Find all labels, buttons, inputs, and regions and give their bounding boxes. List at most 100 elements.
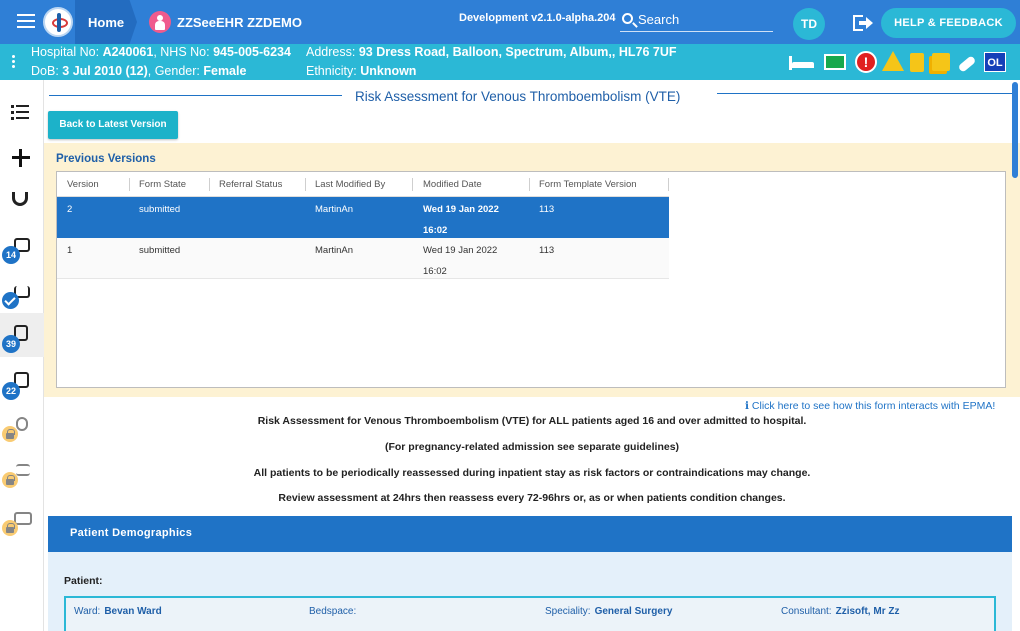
gender-label: , Gender: (147, 64, 200, 78)
dob-label: DoB: (31, 64, 59, 78)
info-text: Review assessment at 24hrs then reassess… (278, 492, 786, 504)
nav-walking-icon[interactable] (0, 404, 44, 448)
nav-list-icon[interactable] (0, 90, 44, 134)
search-icon (622, 13, 633, 24)
info-text: Risk Assessment for Venous Thromboemboli… (257, 415, 807, 427)
bed-icon[interactable] (788, 51, 814, 73)
nav-badge-count: 22 (2, 382, 20, 400)
nav-checklist-icon[interactable] (0, 450, 44, 494)
nhs-label: , NHS No: (153, 45, 210, 59)
main-content: Risk Assessment for Venous Thromboemboli… (44, 80, 1020, 631)
bedspace-field: Bedspace: (309, 606, 360, 617)
app-logo[interactable] (43, 7, 73, 37)
nav-board-icon[interactable] (0, 498, 44, 542)
column-header[interactable]: Last Modified By (315, 179, 385, 190)
cell-template: 113 (539, 245, 555, 256)
column-header[interactable]: Form Template Version (539, 179, 637, 190)
medication-icon[interactable] (957, 55, 977, 73)
cell-date: Wed 19 Jan 2022 (423, 204, 499, 215)
demographics-header[interactable]: Patient Demographics (48, 516, 1012, 552)
consultant-label: Consultant: (781, 606, 832, 617)
title-divider-left (49, 95, 342, 96)
home-label[interactable]: Home (88, 15, 124, 30)
consultant-value: Zzisoft, Mr Zz (835, 606, 900, 617)
check-icon (2, 292, 19, 309)
epma-info-link[interactable]: ℹ Click here to see how this form intera… (745, 400, 995, 412)
nhs-number: 945-005-6234 (213, 45, 291, 59)
scrollbar[interactable] (1012, 82, 1018, 178)
back-to-latest-button[interactable]: Back to Latest Version (48, 111, 178, 139)
menu-icon[interactable] (17, 14, 35, 28)
sidebar: 14 39 22 (0, 80, 44, 631)
table-header: Version Form State Referral Status Last … (57, 172, 669, 197)
nav-stethoscope-icon[interactable] (0, 180, 44, 224)
address-value: 93 Dress Road, Balloon, Spectrum, Album,… (358, 45, 677, 59)
ethnicity-line: Ethnicity: Unknown (306, 64, 416, 78)
cell-state: submitted (139, 204, 181, 215)
demographics-title: Patient Demographics (70, 527, 193, 539)
patient-name[interactable]: ZZSeeEHR ZZDEMO (177, 15, 302, 30)
previous-versions-title: Previous Versions (56, 153, 156, 165)
ward-details-box: Ward: Bevan Ward Bedspace: Speciality: Gen… (64, 596, 996, 631)
speciality-field: Speciality: General Surgery (545, 606, 672, 617)
nav-clipboard-icon[interactable]: 22 (0, 360, 44, 404)
cell-version: 1 (67, 245, 73, 256)
hospital-number: A240061 (102, 45, 154, 59)
column-header[interactable]: Modified Date (423, 179, 482, 190)
column-header[interactable]: Version (67, 179, 99, 190)
demographics-panel: Patient: Ward: Bevan Ward Bedspace: Speci… (48, 552, 1012, 631)
bedspace-label: Bedspace: (309, 606, 357, 617)
ethnicity-label: Ethnicity: (306, 64, 357, 78)
column-header[interactable]: Form State (139, 179, 186, 190)
cell-state: submitted (139, 245, 181, 256)
previous-versions-panel: Previous Versions Version Form State Ref… (44, 143, 1020, 397)
address-line: Address: 93 Dress Road, Balloon, Spectru… (306, 45, 677, 59)
table-row[interactable]: 2 submitted MartinAn Wed 19 Jan 2022 16:… (57, 197, 669, 238)
ward-value: Bevan Ward (104, 606, 162, 617)
warning-icon[interactable] (882, 51, 904, 71)
cell-template: 113 (539, 204, 555, 215)
search-input[interactable]: Search (620, 10, 773, 32)
hospital-label: Hospital No: (31, 45, 100, 59)
user-avatar[interactable]: TD (793, 8, 825, 40)
hospital-nhs-line: Hospital No: A240061, NHS No: 945-005-62… (31, 45, 291, 59)
logout-icon[interactable] (853, 15, 873, 31)
ethnicity-value: Unknown (360, 64, 417, 78)
dob-gender-line: DoB: 3 Jul 2010 (12), Gender: Female (31, 64, 246, 78)
cell-modified-by: MartinAn (315, 204, 354, 215)
versions-table: Version Form State Referral Status Last … (56, 171, 1006, 388)
patient-label: Patient: (64, 575, 103, 587)
column-header[interactable]: Referral Status (219, 179, 282, 190)
consultant-field: Consultant: Zzisoft, Mr Zz (781, 606, 899, 617)
nav-camera-icon[interactable]: 14 (0, 224, 44, 268)
nav-forms-icon[interactable]: 39 (0, 313, 44, 357)
nav-add-icon[interactable] (0, 136, 44, 180)
cell-modified-by: MartinAn (315, 245, 354, 256)
ward-label: Ward: (74, 606, 101, 617)
cell-date: Wed 19 Jan 2022 (423, 245, 498, 256)
lock-icon (2, 472, 18, 488)
speciality-value: General Surgery (594, 606, 673, 617)
cell-time: 16:02 (423, 266, 447, 277)
female-patient-icon (149, 11, 171, 33)
speciality-label: Speciality: (545, 606, 591, 617)
clipboard-icon[interactable] (910, 53, 924, 72)
status-flag-icon[interactable] (824, 54, 846, 70)
more-vertical-icon[interactable] (12, 55, 15, 69)
search-placeholder: Search (638, 12, 680, 27)
gender-value: Female (203, 64, 247, 78)
info-text: (For pregnancy-related admission see sep… (384, 441, 680, 453)
address-label: Address: (306, 45, 356, 59)
alert-icon[interactable]: ! (855, 51, 877, 73)
form-title: Risk Assessment for Venous Thromboemboli… (355, 89, 681, 104)
top-bar: Home ZZSeeEHR ZZDEMO Development v2.1.0-… (0, 0, 1020, 44)
help-feedback-button[interactable]: HELP & FEEDBACK (881, 8, 1016, 38)
table-row[interactable]: 1 submitted MartinAn Wed 19 Jan 2022 16:… (57, 238, 669, 279)
nav-home-check-icon[interactable] (0, 270, 44, 314)
lock-icon (2, 426, 18, 442)
ol-flag[interactable]: OL (984, 52, 1006, 72)
documents-icon[interactable] (932, 53, 950, 71)
nav-badge-count: 14 (2, 246, 20, 264)
dob-value: 3 Jul 2010 (12) (62, 64, 148, 78)
nav-badge-count: 39 (2, 335, 20, 353)
